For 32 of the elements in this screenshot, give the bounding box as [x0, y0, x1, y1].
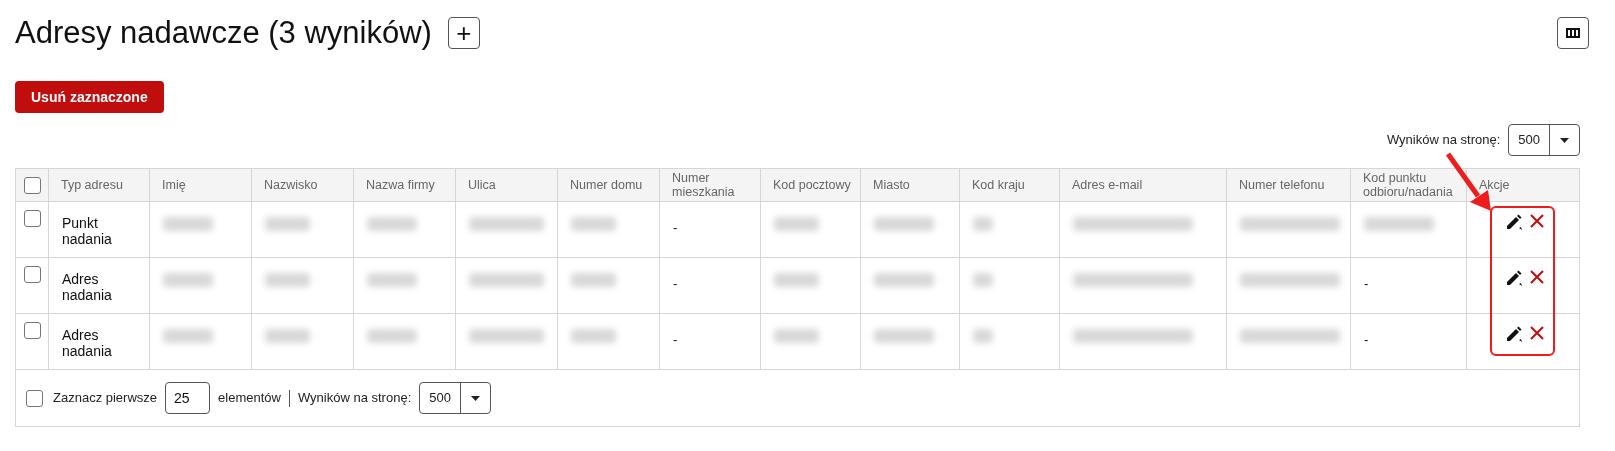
column-header: Nazwa firmy [366, 178, 435, 192]
column-header: Kod punktu odbioru/nadania [1363, 171, 1454, 199]
table-cell: - [673, 220, 678, 235]
elements-label: elementów [218, 389, 281, 408]
count-field[interactable]: 25 [165, 382, 211, 414]
column-header: Typ adresu [61, 178, 123, 192]
delete-selected-button[interactable]: Usuń zaznaczone [15, 81, 164, 113]
column-header: Adres e-mail [1072, 178, 1143, 192]
column-header: Akcje [1479, 178, 1510, 192]
column-header: Numer domu [570, 178, 643, 192]
table-cell-text: Adres nadania [62, 271, 113, 303]
page-size-label: Wyników na stronę: [1386, 131, 1501, 150]
column-header: Imię [162, 178, 186, 192]
column-header: Miasto [873, 178, 910, 192]
page-size-label: Wyników na stronę: [297, 389, 412, 408]
page-size-select[interactable]: 500 [1508, 124, 1580, 156]
column-header: Numer telefonu [1239, 178, 1325, 192]
column-header: Kod pocztowy [773, 178, 851, 192]
column-header: Ulica [468, 178, 496, 192]
table-cell-text: Punkt nadania [62, 215, 113, 247]
column-header: Kod kraju [972, 178, 1025, 192]
column-header: Numer mieszkania [672, 171, 736, 199]
table-cell: - [673, 276, 678, 291]
column-header: Nazwisko [264, 178, 318, 192]
add-button[interactable]: + [447, 17, 480, 49]
table-cell: - [673, 332, 678, 347]
table-cell: - [1364, 332, 1369, 347]
table-cell-text: Adres nadania [62, 327, 113, 359]
page-title: Adresy nadawcze (3 wyników) [15, 14, 432, 52]
table-cell: - [1364, 276, 1369, 291]
page-size-select[interactable]: 500 [419, 382, 491, 414]
select-first-label: Zaznacz pierwsze [53, 389, 158, 408]
